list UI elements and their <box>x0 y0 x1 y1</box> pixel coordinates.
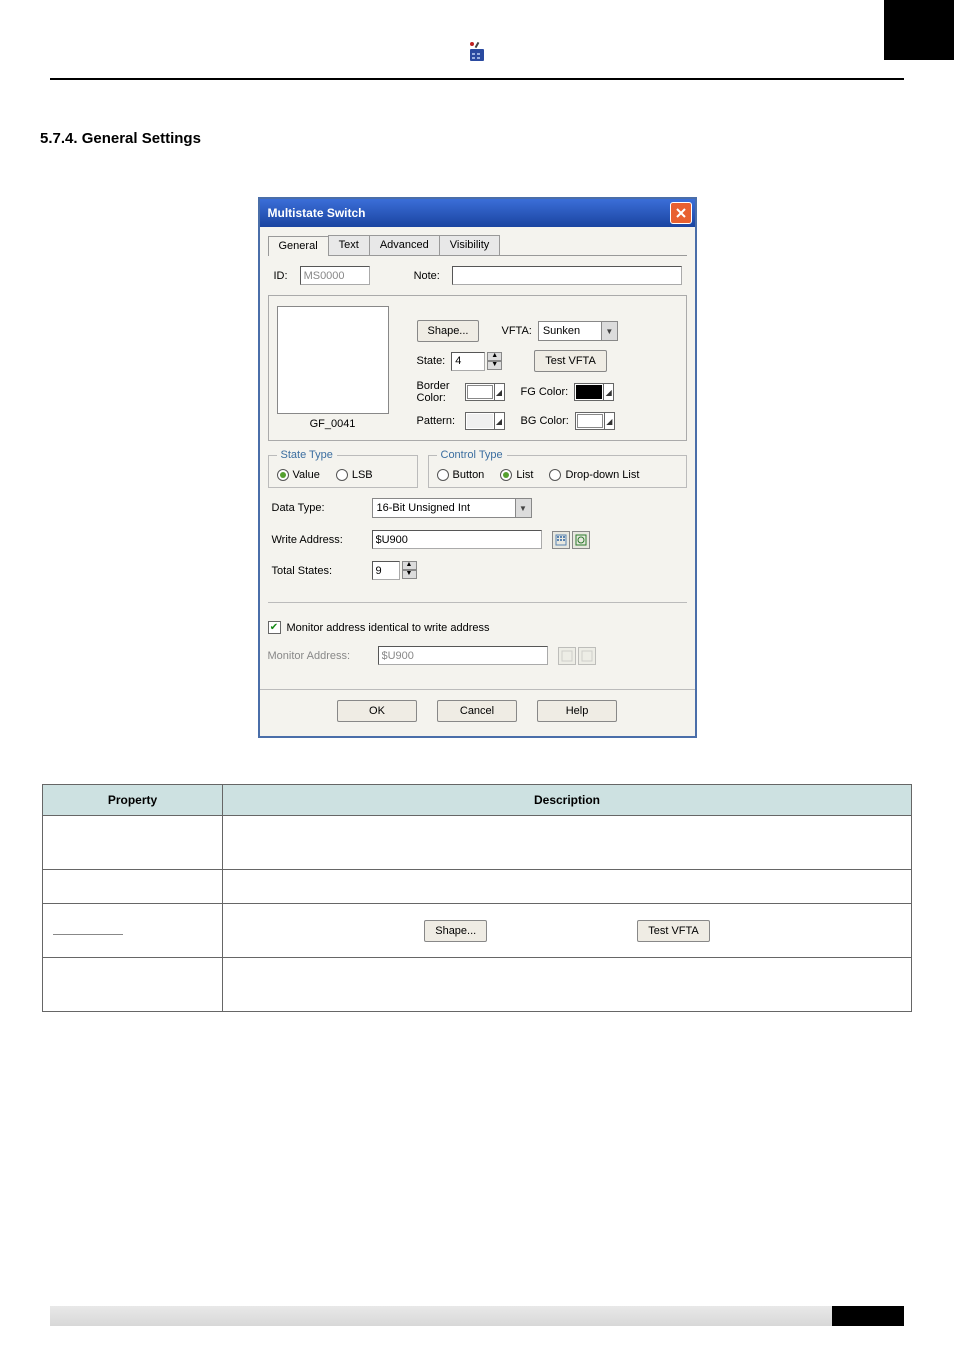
table-row <box>223 816 912 870</box>
shape-caption: GF_0041 <box>310 418 356 430</box>
tab-text[interactable]: Text <box>328 235 370 255</box>
radio-value[interactable]: Value <box>277 469 320 481</box>
table-row: Shape... Test VFTA <box>223 904 912 958</box>
vfta-label: VFTA: <box>501 325 531 337</box>
datatype-value: 16-Bit Unsigned Int <box>373 502 515 514</box>
cancel-button[interactable]: Cancel <box>437 700 517 722</box>
id-label: ID: <box>274 270 288 282</box>
radio-list[interactable]: List <box>500 469 533 481</box>
section-heading: 5.7.4. General Settings <box>40 130 954 147</box>
dialog-titlebar: Multistate Switch <box>260 199 695 227</box>
test-vfta-button[interactable]: Test VFTA <box>534 350 607 372</box>
radio-icon <box>336 469 348 481</box>
totalstates-value[interactable] <box>372 561 400 580</box>
tag-icon[interactable] <box>572 531 590 549</box>
control-type-group: Control Type Button List Drop-down List <box>428 449 687 488</box>
border-color-label: Border Color: <box>417 380 459 404</box>
vfta-value: Sunken <box>539 325 601 337</box>
tab-strip: General Text Advanced Visibility <box>268 235 687 256</box>
dropdown-arrow-icon: ◢ <box>494 384 504 400</box>
spin-down-icon[interactable]: ▼ <box>487 361 502 370</box>
shape-button[interactable]: Shape... <box>417 320 480 342</box>
radio-icon <box>500 469 512 481</box>
shape-preview <box>277 306 389 414</box>
ok-button[interactable]: OK <box>337 700 417 722</box>
writeaddr-label: Write Address: <box>272 534 362 546</box>
bg-color-label: BG Color: <box>521 415 569 427</box>
footer-decor <box>832 1306 904 1326</box>
note-label: Note: <box>414 270 440 282</box>
radio-icon <box>437 469 449 481</box>
monitoraddr-label: Monitor Address: <box>268 650 368 662</box>
table-row <box>223 958 912 1012</box>
th-property: Property <box>43 785 223 816</box>
keypad-icon <box>558 647 576 665</box>
help-button[interactable]: Help <box>537 700 617 722</box>
control-type-legend: Control Type <box>437 449 507 461</box>
fg-color-label: FG Color: <box>521 386 569 398</box>
table-row <box>43 904 223 958</box>
datatype-combo[interactable]: 16-Bit Unsigned Int ▼ <box>372 498 532 518</box>
tab-advanced[interactable]: Advanced <box>369 235 440 255</box>
monitoraddr-input <box>378 646 548 665</box>
multistate-switch-dialog: Multistate Switch General Text Advanced … <box>258 197 697 738</box>
spin-down-icon[interactable]: ▼ <box>402 570 417 579</box>
tab-visibility[interactable]: Visibility <box>439 235 501 255</box>
radio-button[interactable]: Button <box>437 469 485 481</box>
monitor-identical-checkbox[interactable]: ✔ Monitor address identical to write add… <box>268 621 687 634</box>
table-row <box>43 958 223 1012</box>
table-row <box>43 870 223 904</box>
dropdown-arrow-icon: ◢ <box>494 413 504 429</box>
dropdown-arrow-icon: ◢ <box>604 413 614 429</box>
table-row <box>223 870 912 904</box>
radio-dropdown[interactable]: Drop-down List <box>549 469 639 481</box>
chevron-down-icon: ▼ <box>515 499 531 517</box>
tab-general[interactable]: General <box>268 236 329 256</box>
state-type-group: State Type Value LSB <box>268 449 418 488</box>
checkbox-icon: ✔ <box>268 621 281 634</box>
tag-icon <box>578 647 596 665</box>
th-description: Description <box>223 785 912 816</box>
table-row <box>43 816 223 870</box>
shape-button-doc[interactable]: Shape... <box>424 920 487 942</box>
radio-icon <box>277 469 289 481</box>
radio-icon <box>549 469 561 481</box>
writeaddr-input[interactable] <box>372 530 542 549</box>
border-color-swatch[interactable]: ◢ <box>465 383 505 401</box>
spin-up-icon[interactable]: ▲ <box>402 561 417 570</box>
spin-up-icon[interactable]: ▲ <box>487 352 502 361</box>
app-icon <box>465 40 489 64</box>
vfta-combo[interactable]: Sunken ▼ <box>538 321 618 341</box>
page-footer <box>50 1306 904 1326</box>
header-decor <box>884 0 954 60</box>
state-type-legend: State Type <box>277 449 337 461</box>
close-icon[interactable] <box>670 202 692 224</box>
property-table: Property Description Shape... Test VFTA <box>42 784 912 1012</box>
monitor-chk-label: Monitor address identical to write addre… <box>287 622 490 634</box>
totalstates-label: Total States: <box>272 565 362 577</box>
testvfta-button-doc[interactable]: Test VFTA <box>637 920 710 942</box>
state-label: State: <box>417 355 446 367</box>
id-input[interactable] <box>300 266 370 285</box>
fg-color-swatch[interactable]: ◢ <box>574 383 614 401</box>
pattern-label: Pattern: <box>417 415 459 427</box>
keypad-icon[interactable] <box>552 531 570 549</box>
pattern-swatch[interactable]: ◢ <box>465 412 505 430</box>
note-input[interactable] <box>452 266 682 285</box>
state-value[interactable] <box>451 352 485 371</box>
state-spinner[interactable]: ▲ ▼ <box>451 352 502 371</box>
totalstates-spinner[interactable]: ▲ ▼ <box>372 561 417 580</box>
bg-color-swatch[interactable]: ◢ <box>575 412 615 430</box>
dropdown-arrow-icon: ◢ <box>603 384 613 400</box>
chevron-down-icon: ▼ <box>601 322 617 340</box>
datatype-label: Data Type: <box>272 502 362 514</box>
radio-lsb[interactable]: LSB <box>336 469 373 481</box>
dialog-title: Multistate Switch <box>268 206 366 220</box>
